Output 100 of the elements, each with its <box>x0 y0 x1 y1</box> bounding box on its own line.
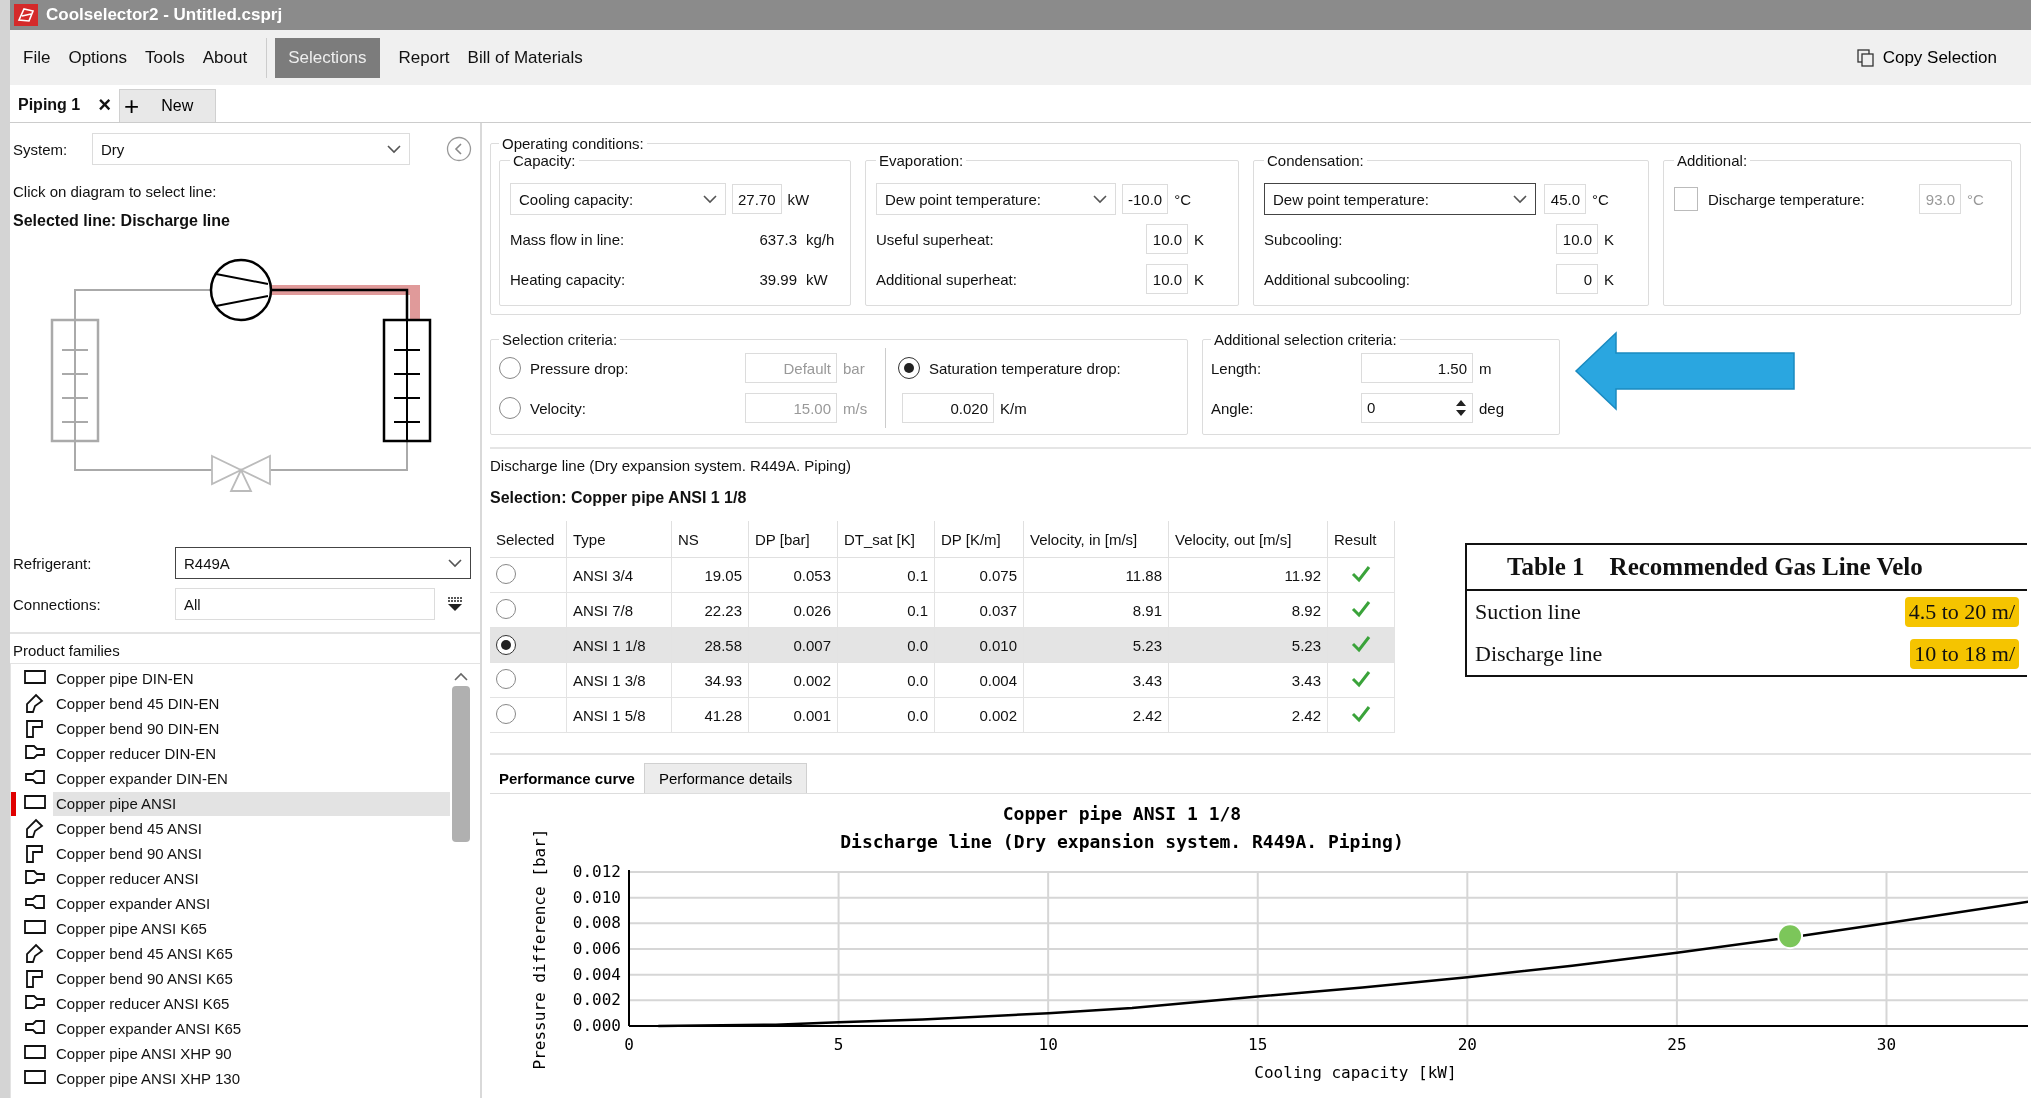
field-label: Heating capacity: <box>510 270 627 288</box>
table-cell: Suction line <box>1475 599 1581 625</box>
unit-label: K <box>1193 270 1205 288</box>
unit-label: K/m <box>999 399 1028 417</box>
field-label: Useful superheat: <box>876 230 995 248</box>
table-cell: 0.002 <box>748 662 838 698</box>
axis-tick-label: 0 <box>624 1035 634 1054</box>
unit-label: K <box>1603 270 1615 288</box>
table-cell: 0.075 <box>934 557 1024 593</box>
field-label: Length: <box>1211 359 1263 377</box>
group-title: Evaporation: <box>878 152 965 169</box>
group-title: Capacity: <box>512 152 577 169</box>
table-cell: 0.007 <box>748 627 838 663</box>
axis-tick-label: 25 <box>1667 1035 1687 1054</box>
option-label: Velocity: <box>530 399 587 417</box>
table-cell: 19.05 <box>671 557 749 593</box>
table-cell: ANSI 1 5/8 <box>566 697 672 733</box>
group-title: Additional selection criteria: <box>1213 331 1398 348</box>
axis-tick-label: 0.002 <box>572 990 621 1010</box>
group-title: Operating conditions: <box>501 135 645 152</box>
axis-tick-label: 0.006 <box>572 939 621 958</box>
highlighted-value: 4.5 to 20 m/ <box>1904 597 2019 627</box>
axis-tick-label: 0.000 <box>572 1016 621 1035</box>
unit-label: K <box>1603 230 1615 248</box>
unit-label: °C <box>1591 190 1610 208</box>
axis-tick-label: 0.004 <box>572 964 621 984</box>
selected-line-text: Selected line: Discharge line <box>12 212 231 230</box>
option-label: Pressure drop: <box>530 359 630 377</box>
unit-label: bar <box>842 359 866 377</box>
description-text: Discharge line (Dry expansion system. R449A. Piping) <box>490 457 852 476</box>
table-cell: 2.42 <box>1168 697 1328 733</box>
table-cell: Discharge line <box>1475 641 1603 667</box>
table-cell: 0.001 <box>748 697 838 733</box>
table-cell: 8.91 <box>1023 592 1169 628</box>
table-cell: 5.23 <box>1168 627 1328 663</box>
axis-tick-label: 5 <box>833 1035 844 1054</box>
field-label: Refrigerant: <box>12 554 93 572</box>
section-title: Product families <box>10 632 480 663</box>
unit-label: kW <box>786 190 811 208</box>
axis-tick-label: 15 <box>1248 1035 1268 1054</box>
axis-tick-label: 20 <box>1457 1035 1477 1054</box>
field-label: System: <box>12 140 69 158</box>
table-title: Table 1 Recommended Gas Line Velo <box>1467 545 2027 591</box>
axis-title: Cooling capacity [kW] <box>1254 1063 1457 1082</box>
table-cell: 0.010 <box>934 627 1024 663</box>
table-cell: 0.002 <box>934 697 1024 733</box>
table-cell: 0.0 <box>837 697 935 733</box>
axis-tick-label: 30 <box>1876 1035 1897 1054</box>
axis-tick-label: 0.012 <box>572 862 621 881</box>
group-title: Selection criteria: <box>501 331 619 348</box>
unit-label: deg <box>1478 399 1506 417</box>
axis-tick-label: 0.008 <box>572 913 621 933</box>
table-cell: 3.43 <box>1023 662 1169 698</box>
unit-label: m/s <box>842 399 869 417</box>
table-cell: 0.004 <box>934 662 1024 698</box>
table-cell: 34.93 <box>671 662 749 698</box>
field-label: Additional superheat: <box>876 270 1018 288</box>
table-cell: 22.23 <box>671 592 749 628</box>
table-cell: 0.037 <box>934 592 1024 628</box>
value-text: 637.3 <box>758 230 798 248</box>
table-cell: ANSI 1 3/8 <box>566 662 672 698</box>
axis-tick-label: 0.010 <box>572 887 621 907</box>
selection-text: Selection: Copper pipe ANSI 1 1/8 <box>490 489 748 507</box>
field-label: Additional subcooling: <box>1264 270 1411 288</box>
field-label: Discharge temperature: <box>1708 190 1866 208</box>
table-cell: 8.92 <box>1168 592 1328 628</box>
table-cell: 0.053 <box>748 557 838 593</box>
table-cell: 0.0 <box>837 662 935 698</box>
group-title: Additional: <box>1676 152 1749 169</box>
hint-text: Click on diagram to select line: <box>12 183 218 200</box>
field-label: Mass flow in line: <box>510 230 626 248</box>
option-label: Saturation temperature drop: <box>929 359 1121 377</box>
table-cell: 3.43 <box>1168 662 1328 698</box>
table-cell: 28.58 <box>671 627 749 663</box>
axis-title: Pressure difference [bar] <box>530 828 549 1070</box>
field-label: Angle: <box>1211 399 1255 417</box>
axis-tick-label: 10 <box>1038 1035 1058 1054</box>
window-title: Coolselector2 - Untitled.csprj <box>46 5 283 25</box>
unit-label: °C <box>1173 190 1193 208</box>
chart-title: Copper pipe ANSI 1 1/8 <box>1002 803 1242 824</box>
chart-subtitle: Discharge line (Dry expansion system. R449A. Piping) <box>840 831 1404 852</box>
table-cell: ANSI 1 1/8 <box>566 627 672 663</box>
table-cell: 0.026 <box>748 592 838 628</box>
table-cell: ANSI 3/4 <box>566 557 672 593</box>
table-cell: 2.42 <box>1023 697 1169 733</box>
field-label: Subcooling: <box>1264 230 1344 248</box>
table-cell: 0.1 <box>837 557 935 593</box>
table-cell: ANSI 7/8 <box>566 592 672 628</box>
table-cell: 41.28 <box>671 697 749 733</box>
table-cell: 0.0 <box>837 627 935 663</box>
table-cell: 0.1 <box>837 592 935 628</box>
highlighted-value: 10 to 18 m/ <box>1910 639 2019 669</box>
unit-label: °C <box>1966 190 1985 208</box>
table-cell: 11.88 <box>1023 557 1169 593</box>
group-title: Condensation: <box>1266 152 1365 169</box>
unit-label: kW <box>805 270 829 288</box>
value-text: 39.99 <box>758 270 798 288</box>
table-cell: 11.92 <box>1168 557 1328 593</box>
field-label: Connections: <box>12 595 102 613</box>
table-cell: 5.23 <box>1023 627 1169 663</box>
